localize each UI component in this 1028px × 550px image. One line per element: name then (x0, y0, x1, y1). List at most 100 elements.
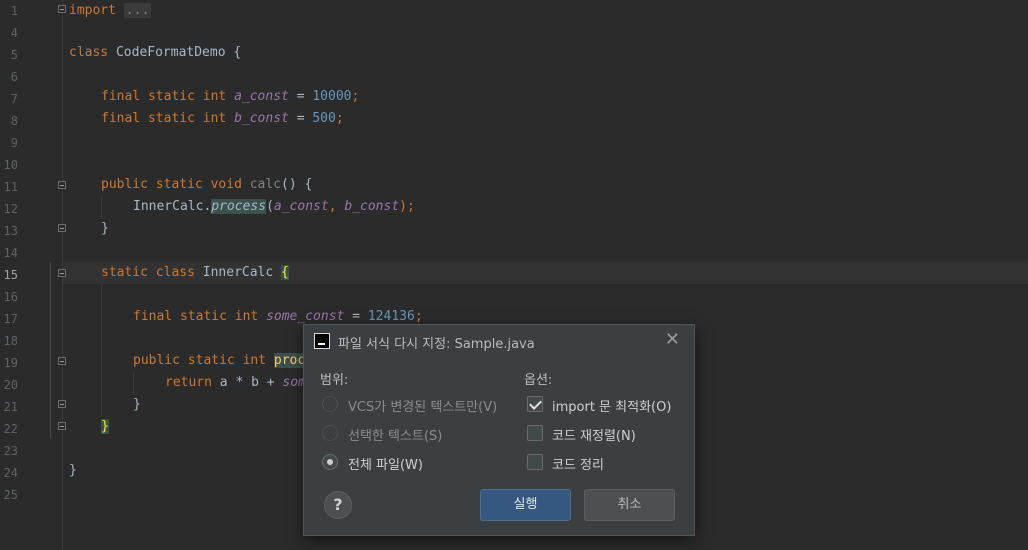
line-number: 14 (3, 246, 18, 260)
code-line-20[interactable]: return a * b + som (165, 372, 306, 394)
matched-brace: { (281, 265, 289, 280)
checkbox-cleanup-code[interactable] (527, 454, 543, 470)
matched-brace: } (101, 419, 109, 434)
fold-toggle-icon[interactable] (58, 357, 66, 365)
line-number: 15 (3, 268, 18, 282)
fold-toggle-icon[interactable] (58, 181, 66, 189)
checkbox-label-optimize-imports[interactable]: import 문 최적화(O) (552, 396, 671, 415)
field-ref: b_const (344, 199, 400, 214)
checkbox-label-cleanup-code[interactable]: 코드 정리 (552, 454, 604, 473)
brace: } (101, 221, 109, 236)
semicolon: ; (335, 111, 344, 126)
keyword: static (147, 89, 195, 104)
code-line-19[interactable]: public static int proc (133, 350, 306, 372)
code-line-8[interactable]: final static int b_const = 500; (101, 108, 344, 130)
checkbox-label-rearrange-code[interactable]: 코드 재정렬(N) (552, 425, 636, 444)
code-line-13[interactable]: } (101, 218, 109, 240)
checkbox-optimize-imports[interactable] (527, 396, 543, 412)
line-number: 9 (10, 136, 18, 150)
indent-guide (133, 372, 134, 394)
expression: a * b + (219, 375, 275, 390)
keyword: public (133, 353, 180, 368)
number-literal: 10000 (312, 89, 352, 104)
fold-toggle-icon[interactable] (58, 422, 66, 430)
intellij-logo-icon (314, 333, 330, 349)
radio-label-selected-text[interactable]: 선택한 텍스트(S) (348, 425, 442, 444)
radio-whole-file[interactable] (322, 454, 338, 470)
keyword: int (202, 89, 227, 104)
line-number: 21 (3, 400, 18, 414)
number-literal: 500 (312, 111, 336, 126)
fold-toggle-icon[interactable] (58, 400, 66, 408)
keyword: static (179, 309, 227, 324)
line-number: 11 (3, 180, 18, 194)
code-line-24[interactable]: } (69, 460, 77, 482)
code-text: () { (281, 177, 313, 192)
fold-toggle-icon[interactable] (58, 5, 66, 13)
field-name: some_const (266, 309, 345, 324)
paren: ( (266, 199, 274, 214)
class-ref: InnerCalc. (133, 199, 212, 214)
line-number: 10 (3, 158, 18, 172)
radio-vcs-changed-only[interactable] (322, 396, 338, 412)
keyword: class (69, 45, 109, 60)
line-number: 12 (3, 202, 18, 216)
radio-selected-text[interactable] (322, 425, 338, 441)
folded-imports[interactable]: ... (123, 3, 152, 18)
keyword: class (155, 265, 195, 280)
keyword: final (101, 89, 141, 104)
line-number: 24 (3, 466, 18, 480)
radio-label-vcs-changed-only[interactable]: VCS가 변경된 텍스트만(V) (348, 396, 497, 415)
method-call: process (211, 199, 267, 214)
operator: = (296, 89, 305, 104)
line-number: 17 (3, 312, 18, 326)
code-line-12[interactable]: InnerCalc.process(a_const, b_const); (133, 196, 415, 218)
keyword: final (133, 309, 173, 324)
cancel-button[interactable]: 취소 (584, 489, 675, 521)
help-button[interactable]: ? (324, 491, 352, 519)
scope-label: 범위: (320, 373, 349, 388)
semicolon: ; (414, 309, 423, 324)
line-number: 20 (3, 378, 18, 392)
code-line-21[interactable]: } (133, 394, 141, 416)
code-line-1[interactable]: import ... (69, 0, 152, 22)
operator: = (352, 309, 361, 324)
line-number: 23 (3, 444, 18, 458)
semicolon: ; (351, 89, 360, 104)
keyword: int (242, 353, 267, 368)
options-label: 옵션: (524, 373, 553, 388)
fold-toggle-icon[interactable] (58, 269, 66, 277)
checkbox-rearrange-code[interactable] (527, 425, 543, 441)
fold-toggle-icon[interactable] (58, 224, 66, 232)
brace: } (133, 397, 141, 412)
radio-label-whole-file[interactable]: 전체 파일(W) (348, 454, 423, 473)
operator: = (296, 111, 305, 126)
code-line-7[interactable]: final static int a_const = 10000; (101, 86, 359, 108)
dialog-title: 파일 서식 다시 지정: Sample.java (338, 337, 535, 352)
field-ref: a_const (273, 199, 329, 214)
line-number: 19 (3, 356, 18, 370)
keyword: static (155, 177, 203, 192)
keyword: final (101, 111, 141, 126)
close-icon[interactable]: ✕ (665, 329, 680, 350)
keyword: import (69, 3, 116, 18)
code-line-5[interactable]: class CodeFormatDemo { (69, 42, 241, 64)
keyword: int (234, 309, 259, 324)
line-number: 13 (3, 224, 18, 238)
keyword: int (202, 111, 227, 126)
code-line-22[interactable]: } (101, 416, 109, 438)
keyword: static (147, 111, 195, 126)
keyword: public (101, 177, 148, 192)
keyword: void (210, 177, 242, 192)
code-line-15[interactable]: static class InnerCalc { (101, 262, 289, 284)
line-number: 5 (10, 48, 18, 62)
reformat-file-dialog: 파일 서식 다시 지정: Sample.java ✕ 범위: 옵션: VCS가 … (303, 324, 695, 536)
paren: ); (399, 199, 415, 214)
code-line-11[interactable]: public static void calc() { (101, 174, 312, 196)
brace: } (69, 463, 77, 478)
method-name: calc (249, 177, 282, 192)
run-button[interactable]: 실행 (480, 489, 571, 521)
class-name: CodeFormatDemo (115, 45, 226, 60)
indent-guide (101, 284, 102, 416)
comma: , (328, 199, 345, 214)
